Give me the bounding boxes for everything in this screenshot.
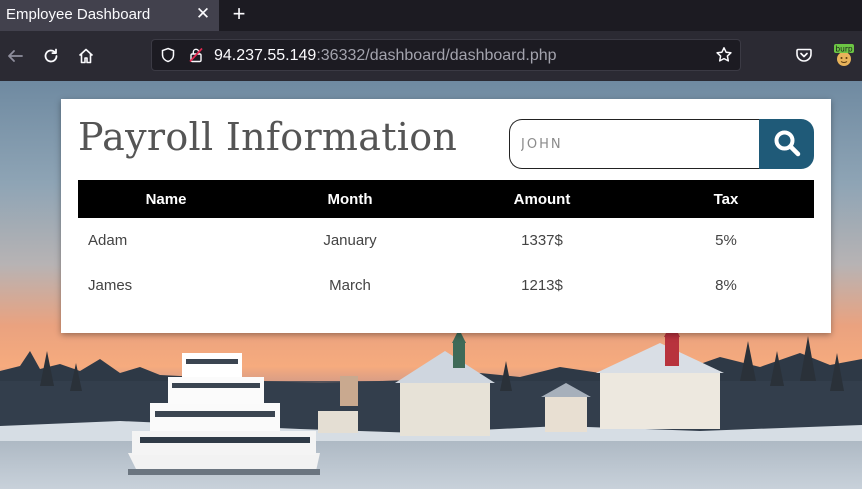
search-form: [509, 119, 814, 169]
cell-name: James: [88, 277, 133, 294]
back-arrow-icon[interactable]: [3, 44, 27, 68]
insecure-lock-icon[interactable]: [188, 47, 204, 63]
cell-name: Adam: [88, 232, 128, 249]
pocket-icon[interactable]: [795, 46, 813, 64]
payroll-table: Name Month Amount Tax Adam January 1337$…: [78, 180, 814, 308]
burp-extension-icon[interactable]: burp: [832, 42, 856, 68]
table-row: James March 1213$ 8%: [78, 263, 814, 308]
search-icon: [772, 128, 802, 161]
burp-label: burp: [835, 44, 853, 53]
cell-amount: 1337$: [521, 232, 563, 249]
cell-tax: 8%: [715, 277, 737, 294]
close-tab-icon[interactable]: ✕: [194, 4, 212, 24]
reload-icon[interactable]: [39, 44, 63, 68]
column-header-name: Name: [145, 190, 187, 208]
table-row: Adam January 1337$ 5%: [78, 218, 814, 263]
payroll-card: Payroll Information Name Month Amount Ta…: [61, 99, 831, 333]
url-host: 94.237.55.149: [214, 47, 317, 64]
navigation-bar: 94.237.55.149:36332/dashboard/dashboard.…: [0, 31, 862, 81]
bookmark-star-icon[interactable]: [715, 46, 733, 64]
new-tab-icon[interactable]: +: [229, 3, 249, 27]
column-header-amount: Amount: [513, 190, 571, 208]
search-input[interactable]: [509, 119, 761, 169]
url-bar[interactable]: 94.237.55.149:36332/dashboard/dashboard.…: [151, 39, 741, 71]
search-button[interactable]: [759, 119, 814, 169]
url-text[interactable]: 94.237.55.149:36332/dashboard/dashboard.…: [214, 47, 557, 65]
tab-title: Employee Dashboard: [6, 6, 151, 23]
column-header-tax: Tax: [713, 190, 739, 208]
table-header: Name Month Amount Tax: [78, 180, 814, 218]
page-title: Payroll Information: [78, 115, 458, 159]
tab-bar: Employee Dashboard ✕ +: [0, 0, 862, 31]
cell-amount: 1213$: [521, 277, 563, 294]
tab-employee-dashboard[interactable]: Employee Dashboard ✕: [0, 0, 219, 31]
url-path: :36332/dashboard/dashboard.php: [316, 47, 557, 64]
cell-tax: 5%: [715, 232, 737, 249]
cell-month: January: [323, 232, 377, 249]
shield-icon[interactable]: [160, 47, 176, 63]
cell-month: March: [329, 277, 371, 294]
page-background: Payroll Information Name Month Amount Ta…: [0, 81, 862, 489]
home-icon[interactable]: [74, 44, 98, 68]
column-header-month: Month: [327, 190, 373, 208]
